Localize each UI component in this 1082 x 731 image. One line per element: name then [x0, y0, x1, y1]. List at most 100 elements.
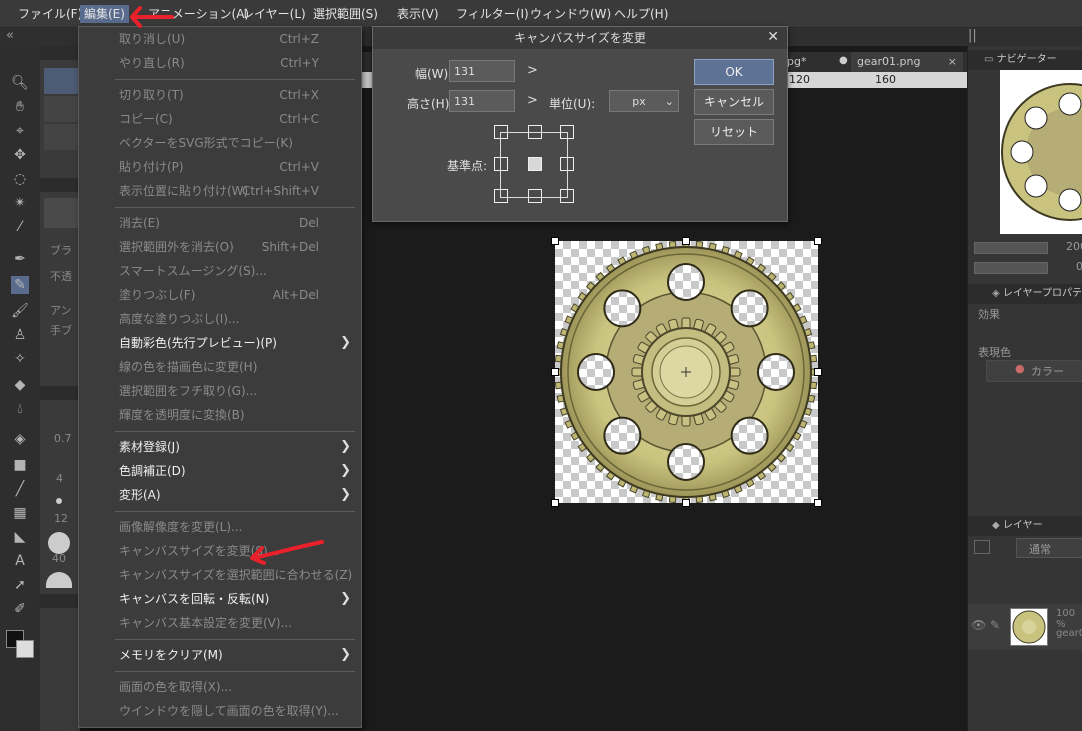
sub-tool-item[interactable] [44, 96, 78, 122]
pen-icon[interactable]: ✒ [11, 250, 29, 268]
airbrush-icon[interactable]: ♙ [11, 326, 29, 344]
collapse-right-icon[interactable]: || [968, 28, 977, 43]
menu-view[interactable]: 表示(V) [393, 5, 443, 23]
menu-item-clear-memory[interactable]: メモリをクリア(M) ❯ [79, 643, 361, 667]
anchor-bottom[interactable] [528, 189, 542, 203]
gradient-icon[interactable]: ■ [11, 456, 29, 474]
menu-item-line-color[interactable]: 線の色を描画色に変更(H) [79, 355, 361, 379]
resize-handle[interactable] [814, 237, 822, 245]
collapse-left-icon[interactable]: « [6, 28, 14, 43]
menu-item-redo[interactable]: やり直し(R) Ctrl+Y [79, 51, 361, 75]
menu-layer[interactable]: レイヤー(L) [238, 5, 310, 23]
text-icon[interactable]: A [11, 552, 29, 570]
anchor-bottom-left[interactable] [494, 189, 508, 203]
menu-edit[interactable]: 編集(E) [80, 5, 129, 23]
resize-handle[interactable] [551, 368, 559, 376]
eye-icon[interactable]: 👁︎ [971, 618, 986, 632]
anchor-top-right[interactable] [560, 125, 574, 139]
zoom-slider[interactable] [974, 242, 1048, 254]
sub-tool-item[interactable] [44, 68, 78, 94]
menu-selection[interactable]: 選択範囲(S) [309, 5, 382, 23]
menu-item-cut[interactable]: 切り取り(T) Ctrl+X [79, 83, 361, 107]
close-icon[interactable]: ✕ [767, 29, 779, 45]
close-tab-icon[interactable]: × [948, 52, 957, 72]
reset-button[interactable]: リセット [694, 119, 774, 145]
menu-item-transform[interactable]: 変形(A) ❯ [79, 483, 361, 507]
menu-item-smart-smoothing[interactable]: スマートスムージング(S)... [79, 259, 361, 283]
chevron-right-icon[interactable]: > [527, 93, 538, 108]
unit-select[interactable]: px ⌄ [609, 90, 679, 112]
resize-handle[interactable] [814, 368, 822, 376]
ok-button[interactable]: OK [694, 59, 774, 85]
anchor-top-left[interactable] [494, 125, 508, 139]
resize-handle[interactable] [551, 237, 559, 245]
menu-item-clear[interactable]: 消去(E) Del [79, 211, 361, 235]
navigator-preview[interactable] [1000, 70, 1082, 234]
menu-item-register-material[interactable]: 素材登録(J) ❯ [79, 435, 361, 459]
fill-icon[interactable]: ◈ [11, 430, 29, 448]
figure-icon[interactable]: ╱ [11, 480, 29, 498]
layer-color-checkbox[interactable] [974, 540, 990, 554]
resize-handle[interactable] [551, 499, 559, 507]
menu-item-tonal-correction[interactable]: 色調補正(D) ❯ [79, 459, 361, 483]
menu-item-clear-outside[interactable]: 選択範囲外を消去(O) Shift+Del [79, 235, 361, 259]
color-mode-button[interactable]: カラー ● [986, 360, 1082, 382]
width-input[interactable]: 131 [449, 60, 515, 82]
menu-help[interactable]: ヘルプ(H) [610, 5, 672, 23]
lasso-icon[interactable]: ◌ [11, 170, 29, 188]
blend-mode-select[interactable]: 通常 [1016, 538, 1082, 558]
menu-item-copy-svg[interactable]: ベクターをSVG形式でコピー(K) [79, 131, 361, 155]
menu-item-rotate-flip-canvas[interactable]: キャンバスを回転・反転(N) ❯ [79, 587, 361, 611]
operation-icon[interactable]: ⌖ [11, 122, 29, 140]
brush-size-value[interactable]: 12 [54, 512, 68, 525]
balloon-icon[interactable]: ➚ [11, 576, 29, 594]
decoration-icon[interactable]: ✧ [11, 350, 29, 368]
chevron-right-icon[interactable]: > [527, 63, 538, 78]
brush-size-value[interactable]: 0.7 [54, 432, 72, 445]
brush-icon[interactable]: 🖌︎ [11, 302, 29, 320]
menu-item-paste-in-place[interactable]: 表示位置に貼り付け(W) Ctrl+Shift+V [79, 179, 361, 203]
height-input[interactable]: 131 [449, 90, 515, 112]
menu-item-luminance-to-opacity[interactable]: 輝度を透明度に変換(B) [79, 403, 361, 427]
menu-item-auto-coloring[interactable]: 自動彩色(先行プレビュー)(P) ❯ [79, 331, 361, 355]
brush-size-value[interactable]: 4 [56, 472, 63, 485]
menu-file[interactable]: ファイル(F) [14, 5, 86, 23]
menu-item-fill[interactable]: 塗りつぶし(F) Alt+Del [79, 283, 361, 307]
menu-item-fit-canvas-to-selection[interactable]: キャンバスサイズを選択範囲に合わせる(Z) [79, 563, 361, 587]
resize-handle[interactable] [814, 499, 822, 507]
menu-item-copy[interactable]: コピー(C) Ctrl+C [79, 107, 361, 131]
frame-icon[interactable]: ▦ [11, 504, 29, 522]
sub-color-swatch[interactable] [16, 640, 34, 658]
tool-preset[interactable] [44, 198, 78, 228]
menu-item-advanced-fill[interactable]: 高度な塗りつぶし(I)... [79, 307, 361, 331]
cancel-button[interactable]: キャンセル [694, 89, 774, 115]
menu-item-hide-window-get-color[interactable]: ウインドウを隠して画面の色を取得(Y)... [79, 699, 361, 723]
menu-filter[interactable]: フィルター(I) [452, 5, 533, 23]
resize-handle[interactable] [682, 499, 690, 507]
menu-item-paste[interactable]: 貼り付け(P) Ctrl+V [79, 155, 361, 179]
brush-dot[interactable] [46, 572, 72, 588]
tab-gear01[interactable]: gear01.png × [851, 52, 963, 72]
anchor-left[interactable] [494, 157, 508, 171]
canvas[interactable] [551, 237, 822, 507]
anchor-bottom-right[interactable] [560, 189, 574, 203]
magic-wand-icon[interactable]: ✴ [11, 194, 29, 212]
sub-tool-item[interactable] [44, 124, 78, 150]
menu-item-border-selection[interactable]: 選択範囲をフチ取り(G)... [79, 379, 361, 403]
anchor-top[interactable] [528, 125, 542, 139]
anchor-right[interactable] [560, 157, 574, 171]
brush-dot[interactable] [48, 532, 70, 554]
layer-row[interactable]: 👁︎ ✎ 100 % gear01 [968, 604, 1082, 650]
brush-size-value[interactable]: 40 [52, 552, 66, 565]
menu-item-canvas-settings[interactable]: キャンバス基本設定を変更(V)... [79, 611, 361, 635]
zoom-icon[interactable]: 🔍︎ [11, 74, 29, 92]
move-icon[interactable]: ✥ [11, 146, 29, 164]
blend-icon[interactable]: 💧︎ [11, 400, 29, 418]
menu-window[interactable]: ウィンドウ(W) [526, 5, 615, 23]
menu-item-get-screen-color[interactable]: 画面の色を取得(X)... [79, 675, 361, 699]
correct-line-icon[interactable]: ✐ [11, 600, 29, 618]
hand-icon[interactable]: ✋︎ [11, 98, 29, 116]
eyedropper-icon[interactable]: ⁄ [11, 218, 29, 236]
anchor-center[interactable] [528, 157, 542, 171]
resize-handle[interactable] [682, 237, 690, 245]
